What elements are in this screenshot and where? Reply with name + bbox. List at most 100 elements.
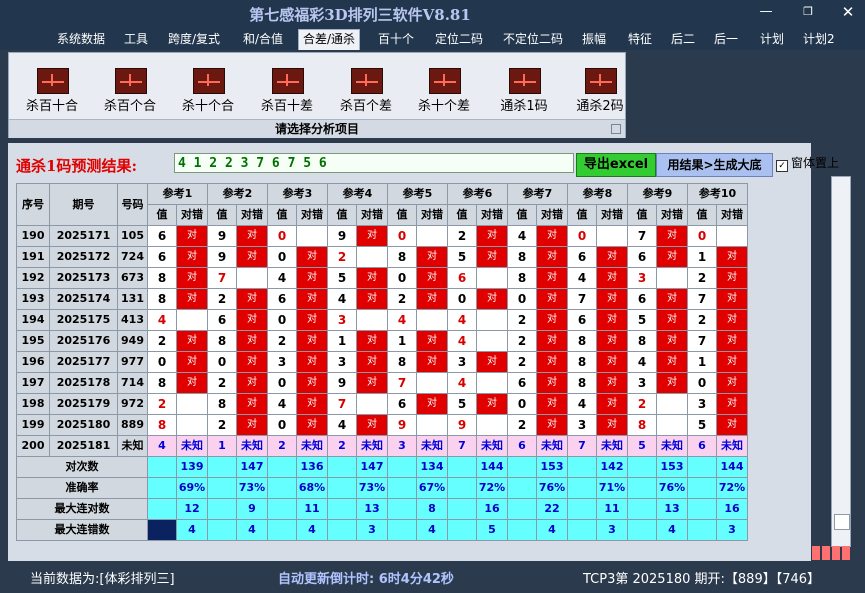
ribbon-button[interactable]: 通杀1码	[487, 65, 561, 114]
table-cell: 199	[16, 414, 50, 436]
table-row: 190 2025171 105 6 对 9 对 0 9 对 0 2 对 4 对 0 7 对 0	[16, 225, 748, 247]
table-row: 197 2025178 714 8 对 2 对 0 对 9 对 7 4 6 对 8 对 3 对 0 对	[16, 372, 748, 394]
stat-value: 22	[536, 498, 568, 520]
ribbon-panel: 请选择分析项目 杀百十合 杀百个合 杀十个合 杀百十差 杀百个差 杀十个差 通杀1码 通杀2码	[8, 52, 626, 138]
stat-cell	[207, 456, 237, 478]
value-cell: 8	[387, 246, 417, 268]
vertical-scrollbar[interactable]	[831, 176, 851, 547]
menu-item[interactable]: 计划	[760, 30, 784, 50]
menu-item[interactable]: 跨度/复式	[168, 30, 220, 50]
ribbon-button[interactable]: 杀十个合	[171, 65, 245, 114]
ribbon-button[interactable]: 杀百个合	[93, 65, 167, 114]
value-cell: 4	[147, 309, 177, 331]
value-cell: 2	[327, 246, 357, 268]
value-cell: 2	[207, 414, 237, 436]
value-cell: 0	[687, 372, 717, 394]
value-cell: 7	[687, 288, 717, 310]
menu-item[interactable]: 工具	[124, 30, 148, 50]
column-header: 对错	[176, 204, 208, 226]
restore-icon[interactable]: ❐	[796, 4, 820, 20]
menu-item[interactable]: 定位二码	[435, 30, 483, 50]
minimize-icon[interactable]: —	[754, 4, 778, 20]
stat-value: 5	[476, 519, 508, 541]
stat-cell	[687, 498, 717, 520]
column-header: 对错	[476, 204, 508, 226]
menu-item[interactable]: 系统数据	[57, 30, 105, 50]
stat-value: 16	[476, 498, 508, 520]
value-cell: 2	[327, 435, 357, 457]
table-row: 196 2025177 977 0 对 0 对 3 对 3 对 8 对 3 对 2 对 8 对 4 对 1 对	[16, 351, 748, 373]
column-header: 对错	[356, 204, 388, 226]
draw-result-label: TCP3第 2025180 期开:【889】【746】	[583, 572, 821, 587]
close-icon[interactable]: ✕	[836, 4, 860, 20]
chart-icon	[115, 68, 147, 94]
hit-cell: 对	[416, 288, 448, 310]
value-cell: 7	[567, 435, 597, 457]
menu-item[interactable]: 和/合值	[243, 30, 283, 50]
hit-cell	[596, 225, 628, 247]
table-cell: 196	[16, 351, 50, 373]
hit-cell: 对	[176, 372, 208, 394]
menu-item[interactable]: 特征	[628, 30, 652, 50]
column-header: 值	[267, 204, 297, 226]
scrollbar-thumb[interactable]	[834, 514, 850, 530]
value-cell: 2	[147, 393, 177, 415]
stat-value: 73%	[236, 477, 268, 499]
menu-item[interactable]: 后一	[714, 30, 738, 50]
stat-value: 71%	[596, 477, 628, 499]
value-cell: 4	[447, 309, 477, 331]
hit-cell: 对	[236, 330, 268, 352]
export-excel-button[interactable]: 导出excel	[576, 153, 656, 177]
stat-cell	[687, 477, 717, 499]
menu-item[interactable]: 计划2	[803, 30, 835, 50]
value-cell: 2	[507, 330, 537, 352]
value-cell: 9	[387, 414, 417, 436]
value-cell: 9	[327, 372, 357, 394]
table-cell: 2025176	[49, 330, 118, 352]
value-cell: 0	[507, 393, 537, 415]
table-row: 193 2025174 131 8 对 2 对 6 对 4 对 2 对 0 对 0 对 7 对 6 对 7 对	[16, 288, 748, 310]
menu-item[interactable]: 不定位二码	[503, 30, 563, 50]
generate-button[interactable]: 用结果>生成大底	[656, 153, 773, 177]
hit-cell: 对	[296, 351, 328, 373]
column-header: 值	[207, 204, 237, 226]
value-cell: 4	[627, 351, 657, 373]
check-icon[interactable]: ✓	[776, 160, 788, 172]
value-cell: 8	[387, 351, 417, 373]
hit-cell: 对	[176, 351, 208, 373]
stat-value: 72%	[716, 477, 748, 499]
stat-cell	[627, 456, 657, 478]
value-cell: 7	[567, 288, 597, 310]
ribbon-button[interactable]: 通杀2码	[563, 65, 637, 114]
hit-cell: 对	[596, 351, 628, 373]
ribbon-launcher-icon[interactable]	[611, 124, 621, 134]
menu-item[interactable]: 后二	[671, 30, 695, 50]
column-header: 对错	[596, 204, 628, 226]
table-cell: 714	[117, 372, 148, 394]
on-top-checkbox[interactable]: ✓ 窗体置上	[776, 154, 839, 172]
stat-cell	[567, 477, 597, 499]
hit-cell: 对	[356, 288, 388, 310]
hit-cell: 对	[596, 288, 628, 310]
menu-item[interactable]: 百十个	[378, 30, 414, 50]
ribbon-button[interactable]: 杀百十合	[15, 65, 89, 114]
table-cell: 413	[117, 309, 148, 331]
hit-cell: 对	[596, 372, 628, 394]
menu-item[interactable]: 合差/通杀	[298, 29, 361, 50]
ribbon-button[interactable]: 杀百个差	[329, 65, 403, 114]
hit-cell: 对	[296, 309, 328, 331]
value-cell: 8	[147, 288, 177, 310]
ribbon-button[interactable]: 杀十个差	[407, 65, 481, 114]
value-cell: 6	[627, 246, 657, 268]
table-cell: 193	[16, 288, 50, 310]
hit-cell: 未知	[476, 435, 508, 457]
stat-cell	[507, 498, 537, 520]
stat-cell	[327, 519, 357, 541]
hit-cell: 对	[536, 330, 568, 352]
hit-cell: 对	[236, 372, 268, 394]
hit-cell	[416, 309, 448, 331]
ribbon-button[interactable]: 杀百十差	[250, 65, 324, 114]
menu-item[interactable]: 振幅	[582, 30, 606, 50]
hit-cell: 未知	[356, 435, 388, 457]
table-cell: 673	[117, 267, 148, 289]
